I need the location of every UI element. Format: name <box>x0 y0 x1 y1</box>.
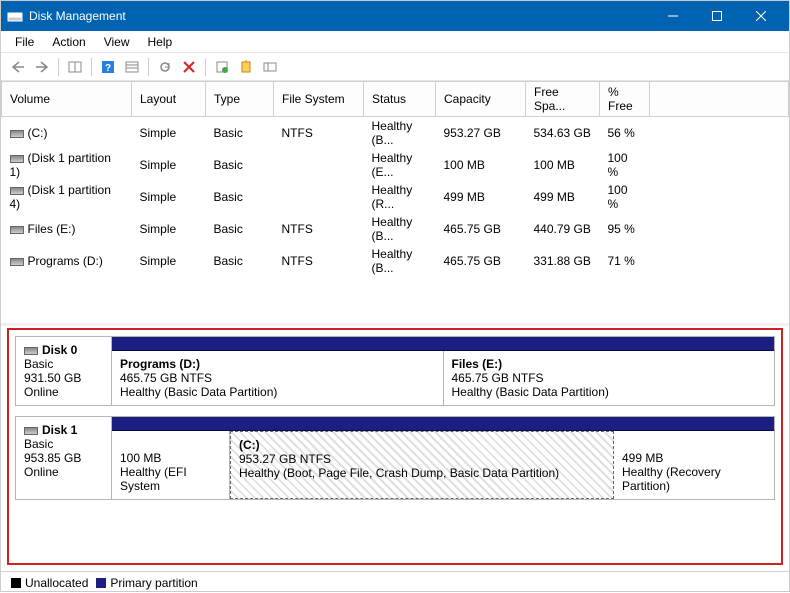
col-status[interactable]: Status <box>364 82 436 117</box>
col-capacity[interactable]: Capacity <box>436 82 526 117</box>
partition-strip: 100 MB Healthy (EFI System (C:) 953.27 G… <box>112 417 774 499</box>
col-fs[interactable]: File System <box>274 82 364 117</box>
partition-health: Healthy (Basic Data Partition) <box>452 385 609 399</box>
divider <box>58 58 59 76</box>
legend-bar: Unallocated Primary partition <box>1 571 789 593</box>
table-row[interactable]: (C:)SimpleBasicNTFSHealthy (B...953.27 G… <box>2 117 789 150</box>
titlebar: Disk Management <box>1 1 789 31</box>
app-icon <box>7 7 23 26</box>
action-button[interactable] <box>235 56 257 78</box>
disk-type: Basic <box>24 357 53 371</box>
swatch-unallocated <box>11 578 21 588</box>
partition-color-bar <box>112 417 774 431</box>
partition-color-bar <box>112 337 774 351</box>
properties-button[interactable] <box>211 56 233 78</box>
partition-size: 465.75 GB NTFS <box>120 371 212 385</box>
col-type[interactable]: Type <box>206 82 274 117</box>
disk-name: Disk 0 <box>42 343 77 357</box>
disk-row-1[interactable]: Disk 1 Basic 953.85 GB Online 100 MB Hea… <box>15 416 775 500</box>
disk-name: Disk 1 <box>42 423 77 437</box>
disk-header: Disk 0 Basic 931.50 GB Online <box>16 337 112 405</box>
partition-health: Healthy (Boot, Page File, Crash Dump, Ba… <box>239 466 559 480</box>
col-pct[interactable]: % Free <box>600 82 650 117</box>
partition-health: Healthy (Basic Data Partition) <box>120 385 277 399</box>
col-volume[interactable]: Volume <box>2 82 132 117</box>
partition-recovery[interactable]: 499 MB Healthy (Recovery Partition) <box>614 431 774 499</box>
menu-action[interactable]: Action <box>44 33 93 51</box>
partition-files-e[interactable]: Files (E:) 465.75 GB NTFS Healthy (Basic… <box>444 351 775 405</box>
disk-graphical-pane: Disk 0 Basic 931.50 GB Online Programs (… <box>7 328 783 565</box>
divider <box>91 58 92 76</box>
partition-efi[interactable]: 100 MB Healthy (EFI System <box>112 431 230 499</box>
disk-size: 931.50 GB <box>24 371 81 385</box>
svg-text:?: ? <box>105 63 111 74</box>
refresh-button[interactable] <box>154 56 176 78</box>
partition-size: 465.75 GB NTFS <box>452 371 544 385</box>
partition-title: Files (E:) <box>452 357 767 371</box>
disk-size: 953.85 GB <box>24 451 81 465</box>
disk-type: Basic <box>24 437 53 451</box>
disk-status: Online <box>24 385 59 399</box>
view-button[interactable] <box>259 56 281 78</box>
partition-size: 100 MB <box>120 451 161 465</box>
divider <box>148 58 149 76</box>
swatch-primary <box>96 578 106 588</box>
partition-programs-d[interactable]: Programs (D:) 465.75 GB NTFS Healthy (Ba… <box>112 351 444 405</box>
back-button[interactable] <box>7 56 29 78</box>
content-area: Volume Layout Type File System Status Ca… <box>1 81 789 571</box>
partition-c[interactable]: (C:) 953.27 GB NTFS Healthy (Boot, Page … <box>230 431 614 499</box>
maximize-button[interactable] <box>695 1 739 31</box>
table-row[interactable]: (Disk 1 partition 1)SimpleBasicHealthy (… <box>2 149 789 181</box>
show-hide-button[interactable] <box>64 56 86 78</box>
delete-button[interactable] <box>178 56 200 78</box>
col-spacer <box>650 82 789 117</box>
disk-icon <box>24 347 38 355</box>
table-header-row: Volume Layout Type File System Status Ca… <box>2 82 789 117</box>
legend-unallocated: Unallocated <box>11 576 88 590</box>
minimize-button[interactable] <box>651 1 695 31</box>
partition-size: 953.27 GB NTFS <box>239 452 331 466</box>
col-free[interactable]: Free Spa... <box>526 82 600 117</box>
disk-icon <box>24 427 38 435</box>
disk-header: Disk 1 Basic 953.85 GB Online <box>16 417 112 499</box>
legend-primary: Primary partition <box>96 576 197 590</box>
settings-list-button[interactable] <box>121 56 143 78</box>
menu-view[interactable]: View <box>96 33 138 51</box>
partition-health: Healthy (EFI System <box>120 465 187 493</box>
partition-health: Healthy (Recovery Partition) <box>622 465 721 493</box>
menu-help[interactable]: Help <box>140 33 181 51</box>
disk-status: Online <box>24 465 59 479</box>
partition-size: 499 MB <box>622 451 663 465</box>
close-button[interactable] <box>739 1 783 31</box>
table-row[interactable]: (Disk 1 partition 4)SimpleBasicHealthy (… <box>2 181 789 213</box>
help-button[interactable]: ? <box>97 56 119 78</box>
menu-file[interactable]: File <box>7 33 42 51</box>
volume-table[interactable]: Volume Layout Type File System Status Ca… <box>1 81 789 277</box>
menubar: File Action View Help <box>1 31 789 53</box>
disk-row-0[interactable]: Disk 0 Basic 931.50 GB Online Programs (… <box>15 336 775 406</box>
forward-button[interactable] <box>31 56 53 78</box>
table-row[interactable]: Programs (D:)SimpleBasicNTFSHealthy (B..… <box>2 245 789 277</box>
toolbar: ? <box>1 53 789 81</box>
col-layout[interactable]: Layout <box>132 82 206 117</box>
table-row[interactable]: Files (E:)SimpleBasicNTFSHealthy (B...46… <box>2 213 789 245</box>
partition-title: Programs (D:) <box>120 357 435 371</box>
partition-strip: Programs (D:) 465.75 GB NTFS Healthy (Ba… <box>112 337 774 405</box>
partition-title: (C:) <box>239 438 605 452</box>
window-title: Disk Management <box>29 9 651 23</box>
volume-list-pane: Volume Layout Type File System Status Ca… <box>1 81 789 326</box>
divider <box>205 58 206 76</box>
